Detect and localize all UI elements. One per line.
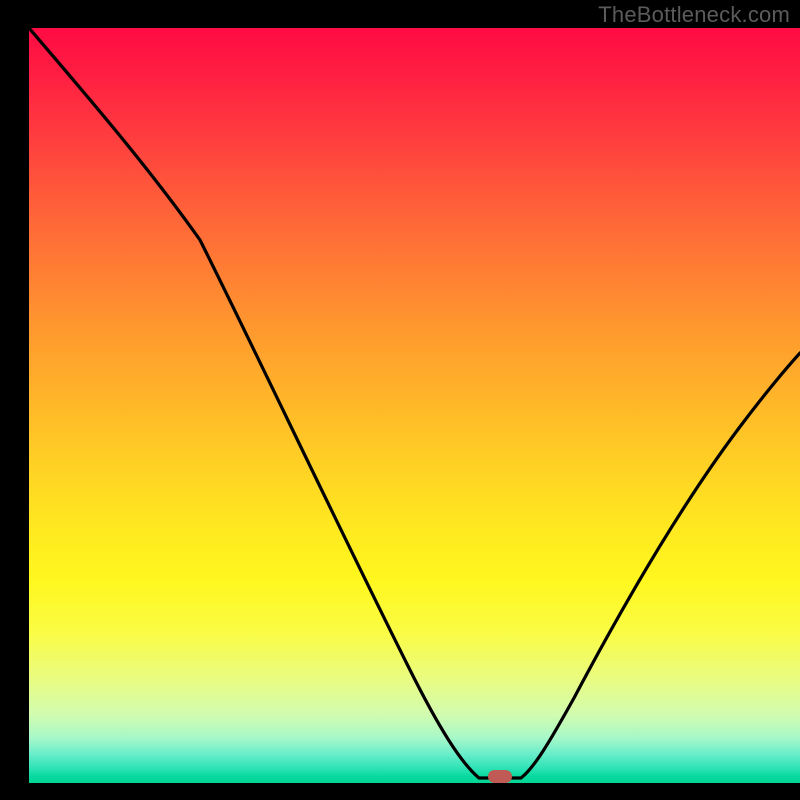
plot-area [29, 28, 800, 783]
ideal-config-marker [488, 770, 512, 783]
watermark-text: TheBottleneck.com [598, 2, 790, 28]
curve-path [29, 28, 800, 778]
bottleneck-curve [29, 28, 800, 783]
chart-container: TheBottleneck.com [0, 0, 800, 800]
